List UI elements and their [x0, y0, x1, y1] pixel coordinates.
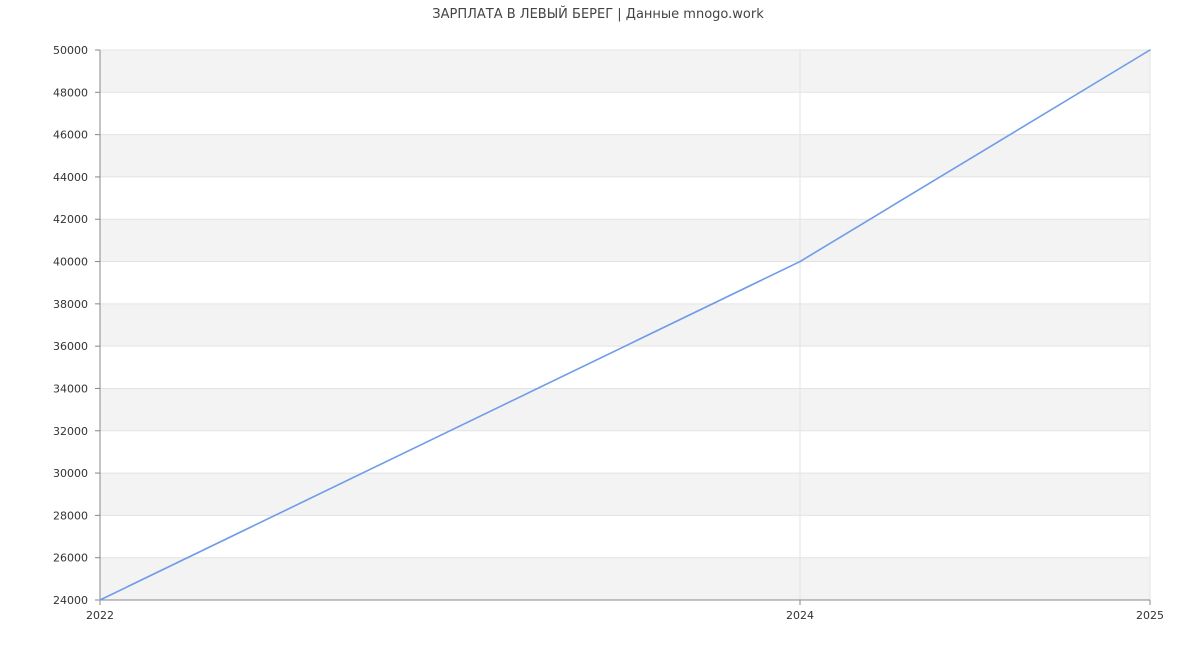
y-tick-label: 50000 — [53, 44, 88, 57]
chart-title: ЗАРПЛАТА В ЛЕВЫЙ БЕРЕГ | Данные mnogo.wo… — [432, 6, 764, 22]
data-point — [99, 599, 101, 601]
y-tick-label: 38000 — [53, 298, 88, 311]
y-tick-label: 34000 — [53, 382, 88, 395]
y-tick-label: 44000 — [53, 171, 88, 184]
y-tick-label: 24000 — [53, 594, 88, 607]
grid-band — [100, 303, 1150, 347]
data-point — [799, 260, 801, 263]
grid-band — [100, 473, 1150, 516]
grid-band — [100, 219, 1150, 262]
grid-band — [100, 557, 1150, 600]
y-tick-label: 48000 — [53, 86, 88, 99]
salary-line-chart: ЗАРПЛАТА В ЛЕВЫЙ БЕРЕГ | Данные mnogo.wo… — [53, 6, 1164, 622]
y-tick-label: 26000 — [53, 552, 88, 565]
data-point — [1149, 49, 1151, 51]
y-tick-label: 36000 — [53, 340, 88, 353]
background-bands — [100, 50, 1150, 600]
chart-container: ЗАРПЛАТА В ЛЕВЫЙ БЕРЕГ | Данные mnogo.wo… — [0, 0, 1200, 650]
y-axis-ticks: 24000 26000 28000 30000 32000 34000 36000 38000… — [53, 44, 88, 607]
y-tick-label: 46000 — [53, 129, 88, 142]
grid-band — [100, 50, 1150, 93]
y-tick-label: 30000 — [53, 467, 88, 480]
y-tick-label: 40000 — [53, 256, 88, 269]
y-tick-label: 32000 — [53, 425, 88, 438]
y-tick-label: 42000 — [53, 213, 88, 226]
x-axis-ticks: 2022 2024 2025 — [86, 609, 1164, 622]
y-tick-label: 28000 — [53, 509, 88, 522]
grid-band — [100, 134, 1150, 177]
x-tick-label: 2022 — [86, 609, 114, 622]
x-tick-label: 2024 — [786, 609, 814, 622]
x-tick-label: 2025 — [1136, 609, 1164, 622]
grid-band — [100, 388, 1150, 431]
